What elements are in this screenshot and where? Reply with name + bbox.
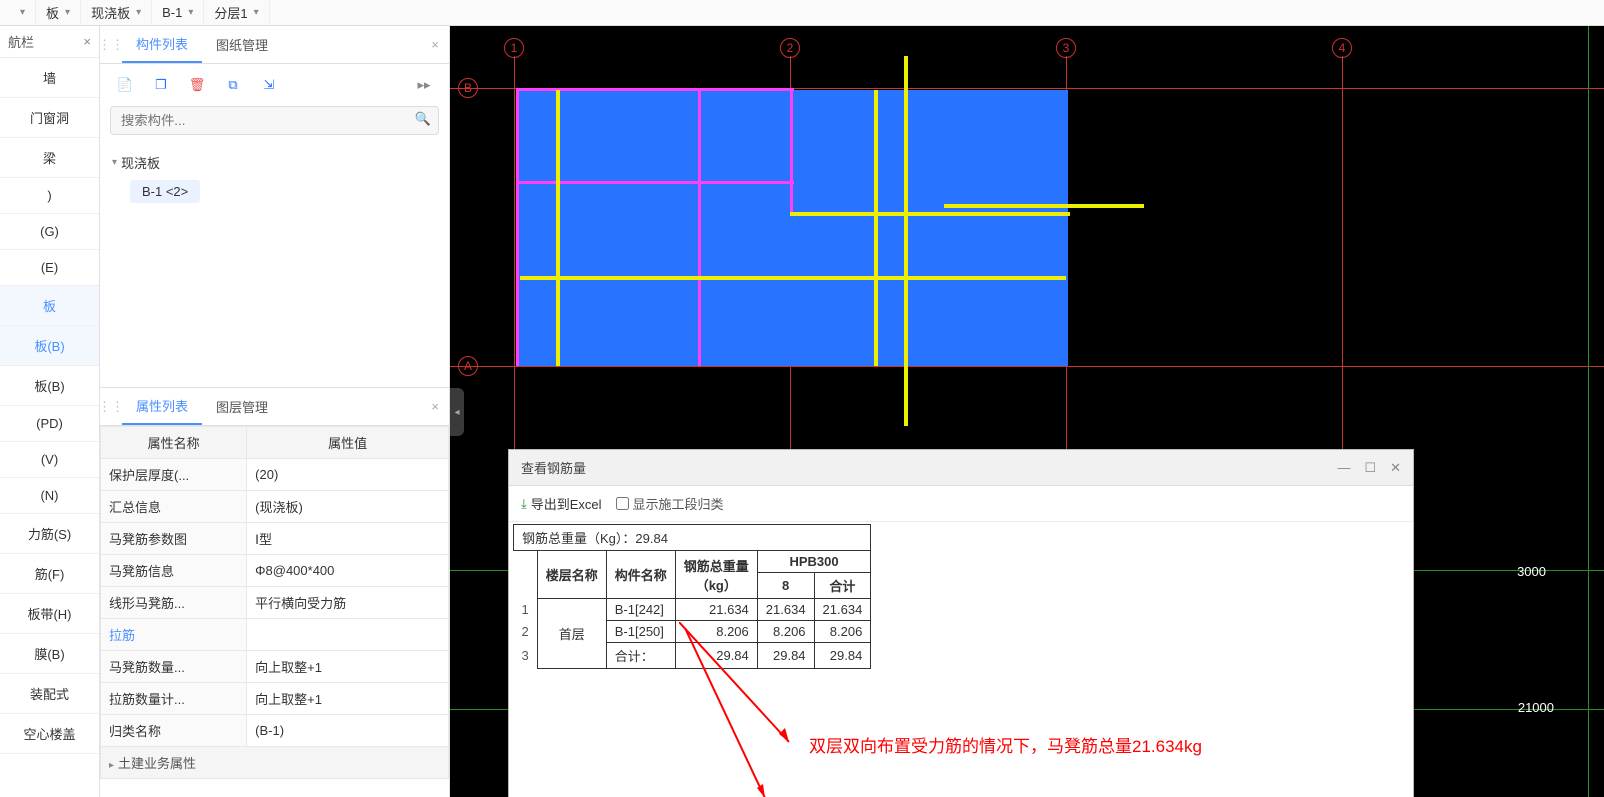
tree-item-b1[interactable]: B-1 <2>: [130, 180, 200, 203]
breadcrumb-seg-3[interactable]: 现浇板▾: [81, 0, 152, 25]
search-icon[interactable]: 🔍: [415, 111, 431, 127]
new-button[interactable]: 📄: [110, 72, 140, 98]
th-total: 钢筋总重量 （kg）: [675, 551, 757, 599]
prop-col-val: 属性值: [247, 427, 449, 459]
axis-label-1: 1: [504, 38, 524, 58]
chevron-down-icon: ▾: [188, 7, 193, 18]
nav-item[interactable]: 空心楼盖: [0, 714, 99, 754]
property-row[interactable]: 马凳筋信息Φ8@400*400: [101, 555, 449, 587]
more-button[interactable]: ▸▸: [409, 72, 439, 98]
chevron-down-icon: ▾: [20, 7, 25, 18]
nav-item[interactable]: 膜(B): [0, 634, 99, 674]
th-8: 8: [757, 573, 814, 599]
tab-property-list[interactable]: 属性列表: [122, 388, 202, 425]
property-row[interactable]: 归类名称(B-1): [101, 715, 449, 747]
chevron-down-icon: ▾: [254, 7, 259, 18]
breadcrumb-seg-4[interactable]: B-1▾: [152, 0, 204, 25]
grip-icon[interactable]: ⋮⋮: [100, 399, 122, 415]
copy2-button[interactable]: ⧉: [218, 72, 248, 98]
prop-col-key: 属性名称: [101, 427, 247, 459]
nav-item[interactable]: 板(B): [0, 366, 99, 406]
nav-item[interactable]: (N): [0, 478, 99, 514]
nav-item[interactable]: (G): [0, 214, 99, 250]
show-section-checkbox[interactable]: 显示施工段归类: [616, 494, 724, 513]
close-icon[interactable]: ✕: [1390, 460, 1401, 476]
nav-item[interactable]: 板带(H): [0, 594, 99, 634]
chevron-down-icon: ▾: [65, 7, 70, 18]
axis-label-3: 3: [1056, 38, 1076, 58]
drawing-canvas[interactable]: ◂ 1 2 3 4 B A: [450, 26, 1604, 797]
table-row: 1 首层 B-1[242] 21.634 21.634 21.634: [514, 599, 871, 621]
component-panel: ⋮⋮ 构件列表 图纸管理 × 📄 ❐ 🗑 ⧉ ⇲ ▸▸ 🔍 ▾现浇板 B-1 <…: [100, 26, 450, 797]
th-component: 构件名称: [606, 551, 675, 599]
rebar-quantity-dialog: 查看钢筋量 — ☐ ✕ ⤓导出到Excel 显示施工段归类 钢筋总重量（Kg）：…: [508, 449, 1414, 797]
property-row[interactable]: 线形马凳筋...平行横向受力筋: [101, 587, 449, 619]
nav-item[interactable]: 墙: [0, 58, 99, 98]
property-row[interactable]: 马凳筋参数图Ⅰ型: [101, 523, 449, 555]
nav-item[interactable]: 板: [0, 286, 99, 326]
tab-layer-mgmt[interactable]: 图层管理: [202, 389, 282, 424]
total-weight-label: 钢筋总重量（Kg）：29.84: [514, 525, 871, 551]
nav-title: 航栏: [8, 32, 34, 51]
nav-item[interactable]: ): [0, 178, 99, 214]
nav-item[interactable]: 门窗洞: [0, 98, 99, 138]
dim-label-21000: 21000: [1518, 700, 1554, 715]
annotation-arrow-2: [685, 628, 775, 797]
search-input[interactable]: [110, 106, 439, 135]
prop-group-civil[interactable]: ▸土建业务属性: [101, 747, 449, 779]
export-icon: ⤓: [521, 496, 527, 512]
breadcrumb-bar: ▾ 板▾ 现浇板▾ B-1▾ 分层1▾: [0, 0, 1604, 26]
nav-item[interactable]: (V): [0, 442, 99, 478]
property-row[interactable]: 拉筋: [101, 619, 449, 651]
category-nav: 航栏 × 墙门窗洞梁)(G)(E)板板(B)板(B)(PD)(V)(N)力筋(S…: [0, 26, 100, 797]
property-row[interactable]: 拉筋数量计...向上取整+1: [101, 683, 449, 715]
maximize-icon[interactable]: ☐: [1364, 460, 1376, 476]
chevron-down-icon: ▾: [112, 157, 117, 168]
copy-button[interactable]: ❐: [146, 72, 176, 98]
nav-item[interactable]: 力筋(S): [0, 514, 99, 554]
chevron-down-icon: ▾: [136, 7, 141, 18]
nav-item[interactable]: 梁: [0, 138, 99, 178]
tab-component-list[interactable]: 构件列表: [122, 26, 202, 63]
property-row[interactable]: 马凳筋数量...向上取整+1: [101, 651, 449, 683]
tree-node-root[interactable]: ▾现浇板: [110, 149, 439, 176]
nav-item[interactable]: 板(B): [0, 326, 99, 366]
axis-label-2: 2: [780, 38, 800, 58]
th-floor: 楼层名称: [537, 551, 606, 599]
chevron-right-icon: ▸: [109, 760, 114, 771]
breadcrumb-seg-2[interactable]: 板▾: [36, 0, 81, 25]
nav-item[interactable]: (PD): [0, 406, 99, 442]
dim-label-3000: 3000: [1517, 564, 1546, 579]
nav-item[interactable]: 装配式: [0, 674, 99, 714]
axis-label-b: B: [458, 78, 478, 98]
grip-icon[interactable]: ⋮⋮: [100, 37, 122, 53]
close-icon[interactable]: ×: [421, 399, 449, 414]
th-hpb300: HPB300: [757, 551, 871, 573]
axis-label-a: A: [458, 356, 478, 376]
property-row[interactable]: 汇总信息(现浇板): [101, 491, 449, 523]
export-excel-button[interactable]: ⤓导出到Excel: [521, 494, 602, 513]
dialog-title: 查看钢筋量: [521, 458, 586, 477]
th-sum: 合计: [814, 573, 871, 599]
close-icon[interactable]: ×: [421, 37, 449, 52]
panel-collapse-handle[interactable]: ◂: [450, 388, 464, 436]
minimize-icon[interactable]: —: [1337, 460, 1350, 476]
property-row[interactable]: 保护层厚度(...(20): [101, 459, 449, 491]
axis-label-4: 4: [1332, 38, 1352, 58]
breadcrumb-seg-1[interactable]: ▾: [4, 0, 36, 25]
tab-drawing-mgmt[interactable]: 图纸管理: [202, 27, 282, 62]
annotation-text-1: 双层双向布置受力筋的情况下，马凳筋总量21.634kg: [809, 732, 1202, 757]
nav-item[interactable]: 筋(F): [0, 554, 99, 594]
nav-item[interactable]: (E): [0, 250, 99, 286]
breadcrumb-seg-5[interactable]: 分层1▾: [204, 0, 269, 25]
paste-button[interactable]: ⇲: [254, 72, 284, 98]
delete-button[interactable]: 🗑: [182, 72, 212, 98]
close-icon[interactable]: ×: [83, 34, 91, 49]
